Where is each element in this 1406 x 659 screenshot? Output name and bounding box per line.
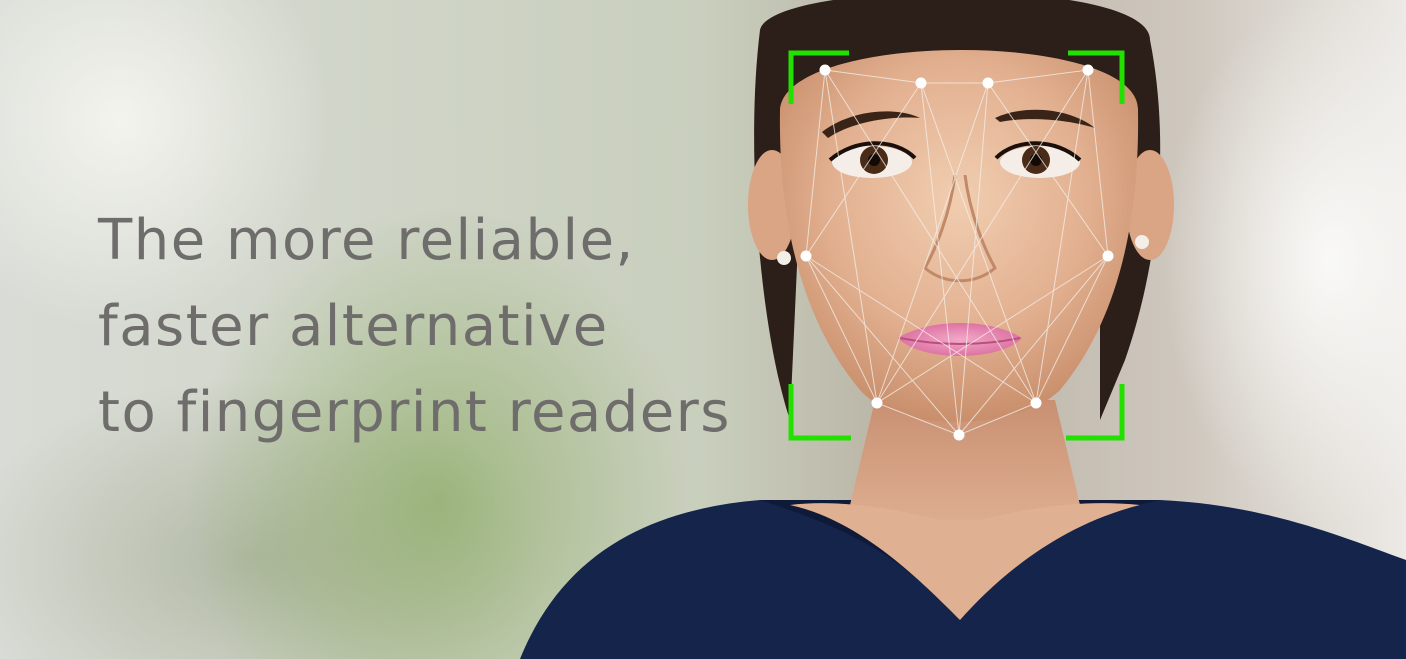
headline-line-2: faster alternative [98, 294, 609, 359]
right-pupil [1030, 154, 1042, 166]
right-earring [1135, 235, 1149, 249]
headline: The more reliable, faster alternative to… [98, 198, 731, 456]
headline-line-3: to fingerprint readers [98, 380, 731, 445]
left-earring [777, 251, 791, 265]
hero-banner: The more reliable, faster alternative to… [0, 0, 1406, 659]
headline-line-1: The more reliable, [98, 208, 635, 273]
face [779, 50, 1139, 422]
